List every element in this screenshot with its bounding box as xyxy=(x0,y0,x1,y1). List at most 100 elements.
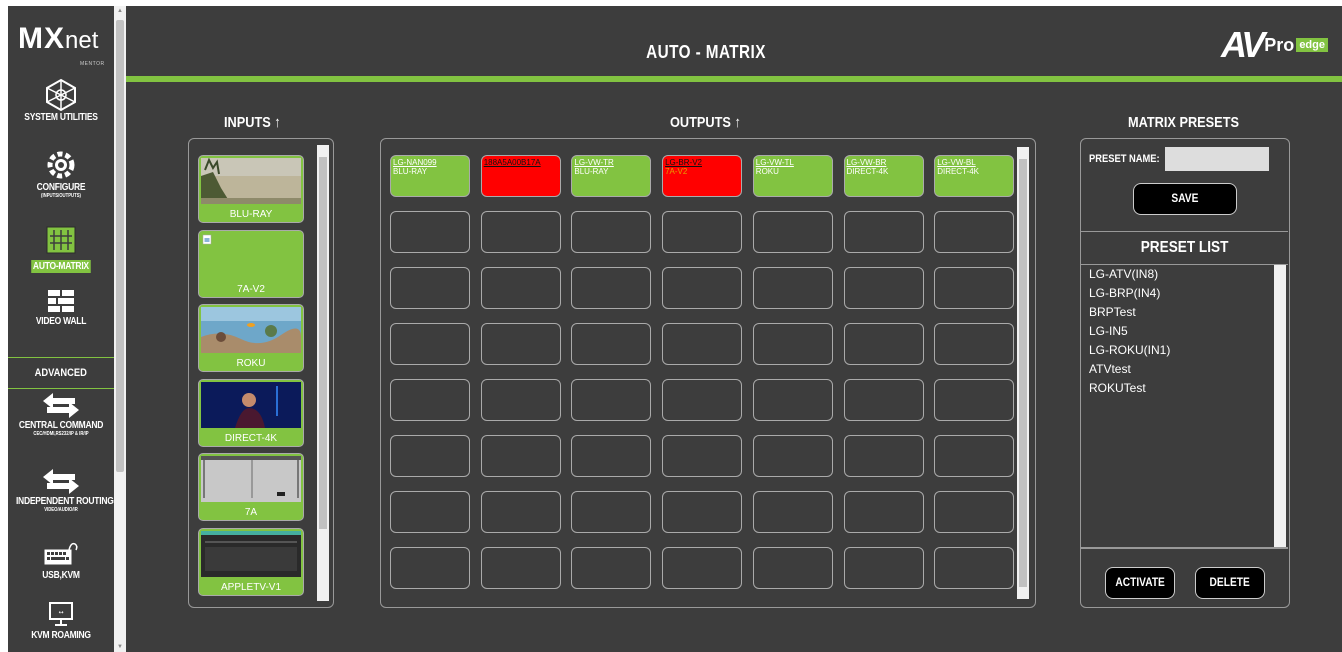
output-slot-empty[interactable] xyxy=(752,211,833,253)
output-slot-empty[interactable] xyxy=(843,267,924,309)
nav-auto-matrix[interactable]: AUTO-MATRIX xyxy=(8,224,114,274)
activate-button[interactable]: ACTIVATE xyxy=(1105,567,1175,599)
output-slot-empty[interactable] xyxy=(752,267,833,309)
input-card-roku[interactable]: ROKU xyxy=(198,304,304,372)
output-slot-empty[interactable] xyxy=(662,211,743,253)
scrollbar-thumb[interactable] xyxy=(319,157,327,529)
inputs-heading[interactable]: INPUTS ↑ xyxy=(224,114,281,131)
scrollbar-thumb[interactable] xyxy=(116,20,124,472)
output-card[interactable]: LG-VW-TR BLU-RAY xyxy=(571,155,652,197)
output-slot-empty[interactable] xyxy=(480,267,561,309)
output-slot-empty[interactable] xyxy=(390,379,470,421)
output-slot-empty[interactable] xyxy=(752,435,833,477)
output-slot-empty[interactable] xyxy=(934,211,1015,253)
output-slot-empty[interactable] xyxy=(934,323,1015,365)
input-card-appletv-v1[interactable]: APPLETV-V1 xyxy=(198,528,304,596)
output-name: LG-VW-BR xyxy=(846,158,887,167)
output-slot-empty[interactable] xyxy=(843,491,924,533)
nav-video-wall[interactable]: VIDEO WALL xyxy=(8,288,114,327)
preset-list-item[interactable]: ROKUTest xyxy=(1081,379,1274,398)
output-slot-empty[interactable] xyxy=(662,323,743,365)
output-slot-empty[interactable] xyxy=(934,379,1015,421)
scroll-up-arrow-icon[interactable]: ▲ xyxy=(114,8,126,14)
output-slot-empty[interactable] xyxy=(571,323,652,365)
output-slot-empty[interactable] xyxy=(934,435,1015,477)
output-slot-empty[interactable] xyxy=(480,323,561,365)
output-slot-empty[interactable] xyxy=(571,267,652,309)
input-card-blu-ray[interactable]: BLU-RAY xyxy=(198,155,304,223)
output-slot-empty[interactable] xyxy=(843,379,924,421)
output-slot-empty[interactable] xyxy=(843,211,924,253)
output-slot-empty[interactable] xyxy=(571,547,652,589)
input-card-direct-4k[interactable]: DIRECT-4K xyxy=(198,379,304,447)
output-slot-empty[interactable] xyxy=(571,379,652,421)
nav-configure[interactable]: CONFIGURE (INPUTS/OUTPUTS) xyxy=(8,148,114,199)
save-button[interactable]: SAVE xyxy=(1133,183,1237,215)
nav-usb-kvm[interactable]: USB,KVM xyxy=(8,540,114,581)
preset-list-item[interactable]: LG-BRP(IN4) xyxy=(1081,284,1274,303)
avpro-edge-logo: AV Pro edge xyxy=(1221,24,1328,66)
output-card[interactable]: 188A5A00B17A xyxy=(480,155,561,197)
output-slot-empty[interactable] xyxy=(662,267,743,309)
preset-list-item[interactable]: BRPTest xyxy=(1081,303,1274,322)
input-thumbnail xyxy=(201,456,301,502)
output-card[interactable]: LG-VW-BR DIRECT-4K xyxy=(843,155,924,197)
output-slot-empty[interactable] xyxy=(934,491,1015,533)
outputs-scrollbar[interactable] xyxy=(1017,147,1029,599)
logo-mx: MX xyxy=(18,22,65,55)
preset-list-scrollbar[interactable] xyxy=(1274,265,1286,547)
output-slot-empty[interactable] xyxy=(390,323,470,365)
preset-list[interactable]: LG-ATV(IN8) LG-BRP(IN4) BRPTest LG-IN5 L… xyxy=(1081,265,1274,547)
output-slot-empty[interactable] xyxy=(752,491,833,533)
nav-system-utilities[interactable]: SYSTEM UTILITIES xyxy=(8,78,114,123)
output-slot-empty[interactable] xyxy=(662,435,743,477)
nav-kvm-roaming[interactable]: ↔ KVM ROAMING xyxy=(8,600,114,641)
output-slot-empty[interactable] xyxy=(390,211,470,253)
inputs-scrollbar[interactable] xyxy=(317,145,329,601)
output-slot-empty[interactable] xyxy=(480,491,561,533)
output-slot-empty[interactable] xyxy=(843,547,924,589)
output-slot-empty[interactable] xyxy=(843,435,924,477)
output-slot-empty[interactable] xyxy=(934,547,1015,589)
output-slot-empty[interactable] xyxy=(480,211,561,253)
sidebar-scrollbar[interactable]: ▲ ▼ xyxy=(114,6,126,652)
output-slot-empty[interactable] xyxy=(934,267,1015,309)
scroll-down-arrow-icon[interactable]: ▼ xyxy=(114,644,126,650)
nav-central-command[interactable]: CENTRAL COMMAND CEC/HDMI,RS232/IP & IR/I… xyxy=(8,390,114,437)
output-slot-empty[interactable] xyxy=(752,547,833,589)
output-slot-empty[interactable] xyxy=(662,547,743,589)
output-slot-empty[interactable] xyxy=(571,435,652,477)
output-slot-empty[interactable] xyxy=(480,379,561,421)
output-card[interactable]: LG-BR-V2 7A-V2 xyxy=(662,155,743,197)
scrollbar-thumb[interactable] xyxy=(1276,277,1284,533)
input-thumbnail xyxy=(201,158,301,204)
delete-button[interactable]: DELETE xyxy=(1195,567,1265,599)
nav-label: VIDEO WALL xyxy=(35,316,87,327)
output-card[interactable]: LG-VW-TL ROKU xyxy=(752,155,833,197)
output-slot-empty[interactable] xyxy=(390,267,470,309)
nav-independent-routing[interactable]: INDEPENDENT ROUTING VIDEO/AUDIO/IR xyxy=(8,466,114,513)
preset-list-item[interactable]: LG-ROKU(IN1) xyxy=(1081,341,1274,360)
input-card-7a[interactable]: 7A xyxy=(198,453,304,521)
output-slot-empty[interactable] xyxy=(571,211,652,253)
output-slot-empty[interactable] xyxy=(752,323,833,365)
output-slot-empty[interactable] xyxy=(390,491,470,533)
output-slot-empty[interactable] xyxy=(390,435,470,477)
output-card[interactable]: LG-VW-BL DIRECT-4K xyxy=(934,155,1015,197)
input-card-7a-v2[interactable]: 7A-V2 xyxy=(198,230,304,298)
output-slot-empty[interactable] xyxy=(390,547,470,589)
output-slot-empty[interactable] xyxy=(571,491,652,533)
output-slot-empty[interactable] xyxy=(662,379,743,421)
output-card[interactable]: LG-NAN099 BLU-RAY xyxy=(390,155,470,197)
preset-list-item[interactable]: ATVtest xyxy=(1081,360,1274,379)
output-slot-empty[interactable] xyxy=(843,323,924,365)
preset-list-item[interactable]: LG-ATV(IN8) xyxy=(1081,265,1274,284)
output-slot-empty[interactable] xyxy=(662,491,743,533)
output-slot-empty[interactable] xyxy=(480,547,561,589)
outputs-heading[interactable]: OUTPUTS ↑ xyxy=(670,114,741,131)
output-slot-empty[interactable] xyxy=(752,379,833,421)
output-slot-empty[interactable] xyxy=(480,435,561,477)
preset-name-input[interactable] xyxy=(1165,147,1269,171)
preset-list-item[interactable]: LG-IN5 xyxy=(1081,322,1274,341)
scrollbar-thumb[interactable] xyxy=(1019,159,1027,587)
